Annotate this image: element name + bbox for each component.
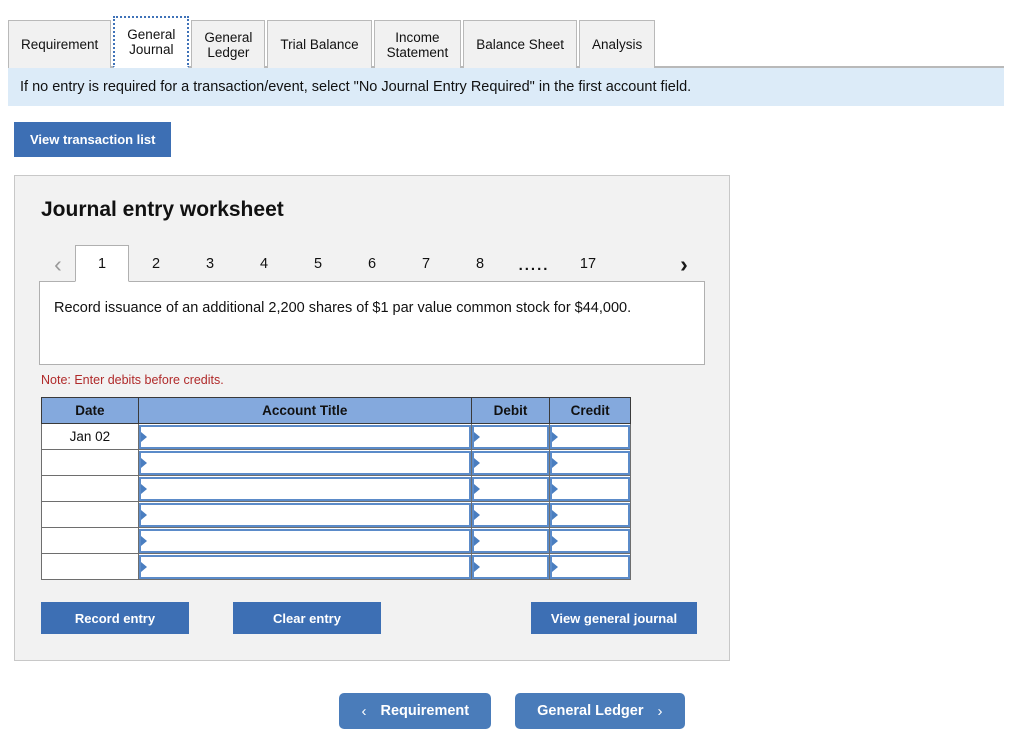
- credit-input[interactable]: [550, 450, 630, 475]
- journal-entry-table: Date Account Title Debit Credit Jan 02: [41, 397, 631, 580]
- column-header-credit: Credit: [549, 397, 631, 424]
- tab-balance-sheet[interactable]: Balance Sheet: [463, 20, 578, 68]
- debit-cell[interactable]: [470, 475, 551, 502]
- chevron-left-icon: ‹: [361, 702, 367, 720]
- table-row: [41, 449, 631, 476]
- account-cell[interactable]: [137, 501, 472, 528]
- pager-prev-icon[interactable]: ‹: [41, 246, 75, 282]
- next-general-ledger-label: General Ledger: [537, 703, 644, 719]
- bottom-navigation: ‹ Requirement General Ledger ›: [0, 693, 1024, 729]
- credit-cell[interactable]: [549, 475, 631, 502]
- account-cell[interactable]: [137, 527, 472, 554]
- account-title-input[interactable]: [138, 476, 471, 501]
- pager-page-5[interactable]: 5: [291, 246, 345, 282]
- credit-input[interactable]: [550, 476, 630, 501]
- table-row: Jan 02: [41, 423, 631, 450]
- journal-entry-worksheet-card: Journal entry worksheet ‹ 1 2 3 4 5 6 7 …: [14, 175, 730, 661]
- prev-requirement-button[interactable]: ‹ Requirement: [339, 693, 492, 729]
- account-cell[interactable]: [137, 553, 472, 580]
- date-cell[interactable]: [41, 475, 139, 502]
- pager-page-6[interactable]: 6: [345, 246, 399, 282]
- pager-page-7[interactable]: 7: [399, 246, 453, 282]
- debit-input[interactable]: [471, 476, 550, 501]
- pager-page-17[interactable]: 17: [561, 246, 615, 282]
- tab-requirement[interactable]: Requirement: [8, 20, 112, 68]
- table-row: [41, 527, 631, 554]
- table-row: [41, 501, 631, 528]
- pager-page-1[interactable]: 1: [75, 245, 129, 282]
- credit-cell[interactable]: [549, 501, 631, 528]
- debit-cell[interactable]: [470, 501, 551, 528]
- debit-cell[interactable]: [470, 449, 551, 476]
- credit-input[interactable]: [550, 424, 630, 449]
- tab-general-journal[interactable]: General Journal: [113, 16, 190, 68]
- credit-cell[interactable]: [549, 527, 631, 554]
- account-title-input[interactable]: [138, 554, 471, 579]
- debits-before-credits-note: Note: Enter debits before credits.: [41, 373, 224, 387]
- table-header-row: Date Account Title Debit Credit: [41, 397, 631, 424]
- record-entry-button[interactable]: Record entry: [41, 602, 189, 634]
- date-cell[interactable]: [41, 449, 139, 476]
- debit-cell[interactable]: [470, 527, 551, 554]
- credit-input[interactable]: [550, 502, 630, 527]
- toolbar: View transaction list: [0, 106, 1024, 157]
- column-header-date: Date: [41, 397, 139, 424]
- debit-input[interactable]: [471, 528, 550, 553]
- debit-input[interactable]: [471, 424, 550, 449]
- account-title-input[interactable]: [138, 450, 471, 475]
- account-cell[interactable]: [137, 449, 472, 476]
- pager-page-3[interactable]: 3: [183, 246, 237, 282]
- date-cell[interactable]: [41, 527, 139, 554]
- debit-input[interactable]: [471, 502, 550, 527]
- tab-analysis[interactable]: Analysis: [579, 20, 656, 68]
- account-title-input[interactable]: [138, 502, 471, 527]
- debit-cell[interactable]: [470, 423, 551, 450]
- account-cell[interactable]: [137, 475, 472, 502]
- info-banner: If no entry is required for a transactio…: [8, 68, 1004, 106]
- main-tab-bar: Requirement General Journal General Ledg…: [0, 0, 1024, 68]
- credit-cell[interactable]: [549, 553, 631, 580]
- pager-page-8[interactable]: 8: [453, 246, 507, 282]
- table-row: [41, 553, 631, 580]
- worksheet-pager: ‹ 1 2 3 4 5 6 7 8 ..... 17 ›: [41, 244, 705, 282]
- date-cell[interactable]: Jan 02: [41, 423, 139, 450]
- debit-input[interactable]: [471, 450, 550, 475]
- worksheet-title: Journal entry worksheet: [41, 198, 284, 221]
- column-header-debit: Debit: [470, 397, 551, 424]
- credit-input[interactable]: [550, 528, 630, 553]
- next-general-ledger-button[interactable]: General Ledger ›: [515, 693, 685, 729]
- account-title-input[interactable]: [138, 528, 471, 553]
- tab-general-ledger[interactable]: General Ledger: [191, 20, 266, 68]
- prev-requirement-label: Requirement: [380, 703, 470, 719]
- debit-cell[interactable]: [470, 553, 551, 580]
- column-header-account: Account Title: [137, 397, 472, 424]
- tab-trial-balance[interactable]: Trial Balance: [267, 20, 372, 68]
- account-cell[interactable]: [137, 423, 472, 450]
- credit-cell[interactable]: [549, 449, 631, 476]
- debit-input[interactable]: [471, 554, 550, 579]
- date-cell[interactable]: [41, 501, 139, 528]
- pager-next-icon[interactable]: ›: [667, 246, 701, 282]
- clear-entry-button[interactable]: Clear entry: [233, 602, 381, 634]
- credit-input[interactable]: [550, 554, 630, 579]
- pager-page-2[interactable]: 2: [129, 246, 183, 282]
- pager-ellipsis: .....: [518, 257, 550, 274]
- table-row: [41, 475, 631, 502]
- tab-income-statement[interactable]: Income Statement: [373, 20, 462, 68]
- pager-page-4[interactable]: 4: [237, 246, 291, 282]
- transaction-description: Record issuance of an additional 2,200 s…: [39, 281, 705, 365]
- chevron-right-icon: ›: [657, 702, 663, 720]
- credit-cell[interactable]: [549, 423, 631, 450]
- date-cell[interactable]: [41, 553, 139, 580]
- account-title-input[interactable]: [138, 424, 471, 449]
- view-transaction-list-button[interactable]: View transaction list: [14, 122, 172, 157]
- worksheet-actions: Record entry Clear entry View general jo…: [41, 602, 697, 634]
- view-general-journal-button[interactable]: View general journal: [531, 602, 697, 634]
